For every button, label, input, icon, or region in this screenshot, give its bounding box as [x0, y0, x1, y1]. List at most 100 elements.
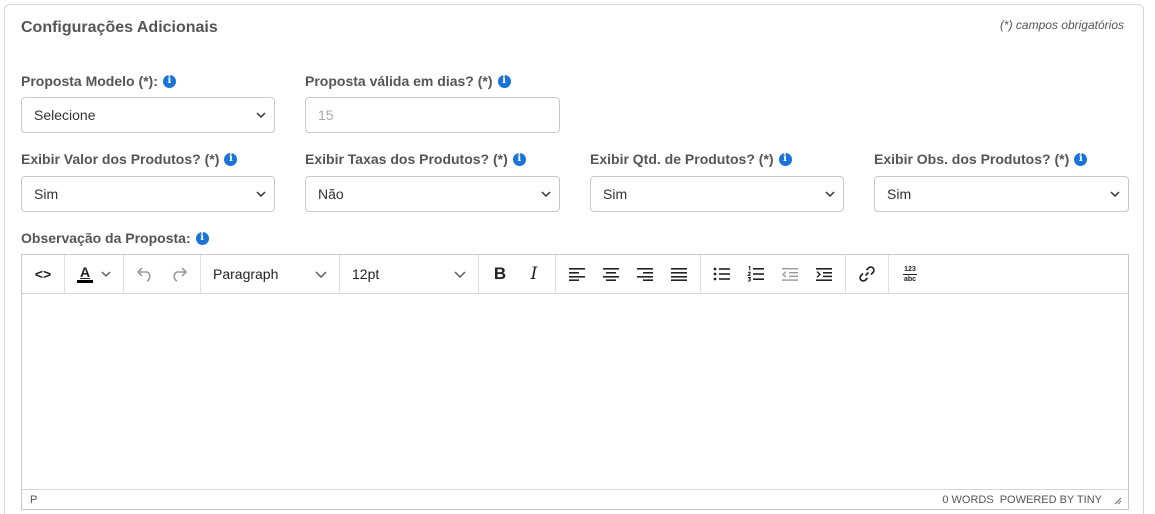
text-color-button[interactable]: A [69, 259, 119, 289]
italic-button[interactable]: I [517, 259, 551, 289]
undo-button[interactable] [128, 259, 162, 289]
exibir-taxas-select[interactable]: Não [305, 176, 560, 212]
indent-icon [816, 268, 832, 281]
chevron-down-icon [315, 271, 327, 278]
block-format-value: Paragraph [213, 266, 279, 282]
exibir-qtd-value: Sim [603, 186, 628, 202]
source-code-button[interactable]: <> [26, 259, 60, 289]
chevron-down-icon [454, 271, 466, 278]
info-icon[interactable]: i [162, 74, 176, 88]
proposta-validade-label: Proposta válida em dias? (*) i [305, 73, 511, 89]
exibir-taxas-label: Exibir Taxas dos Produtos? (*) i [305, 151, 526, 167]
word-count-icon: 123 abc [903, 266, 917, 283]
toolbar-group-fontsize: 12pt [340, 255, 479, 293]
chevron-down-icon [825, 191, 835, 198]
word-count-button[interactable]: 123 abc [893, 259, 927, 289]
bold-button[interactable]: B [483, 259, 517, 289]
align-justify-icon [671, 268, 687, 281]
word-count[interactable]: 0 WORDS [942, 494, 993, 506]
link-icon [859, 266, 875, 282]
chevron-down-icon [101, 271, 111, 277]
exibir-qtd-select[interactable]: Sim [590, 176, 844, 212]
exibir-valor-value: Sim [34, 186, 59, 202]
exibir-obs-select[interactable]: Sim [874, 176, 1129, 212]
panel-title: Configurações Adicionais [21, 19, 218, 36]
powered-by-link[interactable]: POWERED BY TINY [1000, 494, 1102, 506]
italic-icon: I [530, 264, 538, 284]
exibir-obs-label: Exibir Obs. dos Produtos? (*) i [874, 151, 1088, 167]
exibir-valor-select[interactable]: Sim [21, 176, 275, 212]
toolbar-group-color: A [65, 255, 124, 293]
bullet-list-icon [713, 267, 730, 281]
numbered-list-button[interactable] [739, 259, 773, 289]
text-color-icon: A [77, 265, 93, 283]
font-size-select[interactable]: 12pt [344, 259, 474, 289]
word-count-icon-divider [903, 273, 917, 275]
toolbar-group-link [846, 255, 889, 293]
align-center-button[interactable] [594, 259, 628, 289]
toolbar-group-format: B I [479, 255, 556, 293]
align-left-button[interactable] [560, 259, 594, 289]
outdent-icon [782, 268, 798, 281]
align-right-button[interactable] [628, 259, 662, 289]
proposta-modelo-select[interactable]: Selecione [21, 97, 275, 133]
resize-handle-icon[interactable] [1112, 495, 1122, 505]
chevron-down-icon [256, 112, 266, 119]
observacao-label-text: Observação da Proposta: [21, 230, 191, 246]
proposta-validade-input[interactable]: 15 [305, 97, 560, 133]
insert-link-button[interactable] [850, 259, 884, 289]
toolbar-group-history [124, 255, 201, 293]
exibir-obs-label-text: Exibir Obs. dos Produtos? (*) [874, 151, 1070, 167]
proposta-validade-placeholder: 15 [318, 107, 334, 123]
proposta-modelo-label: Proposta Modelo (*): i [21, 73, 176, 89]
rich-text-editor: <> A Paragraph 12pt B I 123 abc P 0 WORD… [21, 254, 1129, 510]
font-size-value: 12pt [352, 266, 380, 282]
word-count-icon-top: 123 [904, 265, 916, 273]
editor-toolbar: <> A Paragraph 12pt B I 123 abc [22, 255, 1128, 294]
toolbar-group-code: <> [22, 255, 65, 293]
observacao-label: Observação da Proposta: i [21, 230, 209, 246]
text-color-swatch [77, 280, 93, 283]
align-justify-button[interactable] [662, 259, 696, 289]
info-icon[interactable]: i [512, 152, 526, 166]
block-format-select[interactable]: Paragraph [205, 259, 335, 289]
proposta-modelo-value: Selecione [34, 107, 96, 123]
align-center-icon [603, 268, 619, 281]
chevron-down-icon [1110, 191, 1120, 198]
outdent-button[interactable] [773, 259, 807, 289]
exibir-taxas-value: Não [318, 186, 344, 202]
proposta-modelo-label-text: Proposta Modelo (*): [21, 73, 158, 89]
text-color-glyph: A [79, 264, 91, 280]
toolbar-group-lists [701, 255, 846, 293]
toolbar-group-wordcount: 123 abc [889, 255, 931, 293]
status-right: 0 WORDS POWERED BY TINY [942, 494, 1122, 506]
info-icon[interactable]: i [497, 74, 511, 88]
chevron-down-icon [256, 191, 266, 198]
exibir-valor-label: Exibir Valor dos Produtos? (*) i [21, 151, 238, 167]
info-icon[interactable]: i [195, 231, 209, 245]
bullet-list-button[interactable] [705, 259, 739, 289]
info-icon[interactable]: i [224, 152, 238, 166]
exibir-obs-value: Sim [887, 186, 912, 202]
exibir-valor-label-text: Exibir Valor dos Produtos? (*) [21, 151, 220, 167]
chevron-down-icon [541, 191, 551, 198]
undo-icon [136, 267, 151, 282]
align-right-icon [637, 268, 653, 281]
proposta-validade-label-text: Proposta válida em dias? (*) [305, 73, 493, 89]
bold-icon: B [493, 264, 507, 283]
redo-button[interactable] [162, 259, 196, 289]
indent-button[interactable] [807, 259, 841, 289]
toolbar-group-align [556, 255, 701, 293]
exibir-qtd-label: Exibir Qtd. de Produtos? (*) i [590, 151, 792, 167]
required-fields-note: (*) campos obrigatórios [999, 18, 1124, 32]
redo-icon [173, 267, 188, 282]
word-count-icon-bottom: abc [903, 275, 917, 283]
toolbar-group-block: Paragraph [201, 255, 340, 293]
align-left-icon [569, 268, 585, 281]
code-icon: <> [34, 266, 52, 282]
element-path[interactable]: P [30, 494, 37, 506]
info-icon[interactable]: i [1074, 152, 1088, 166]
info-icon[interactable]: i [778, 152, 792, 166]
editor-content-area[interactable] [22, 294, 1128, 491]
editor-statusbar: P 0 WORDS POWERED BY TINY [22, 489, 1128, 509]
